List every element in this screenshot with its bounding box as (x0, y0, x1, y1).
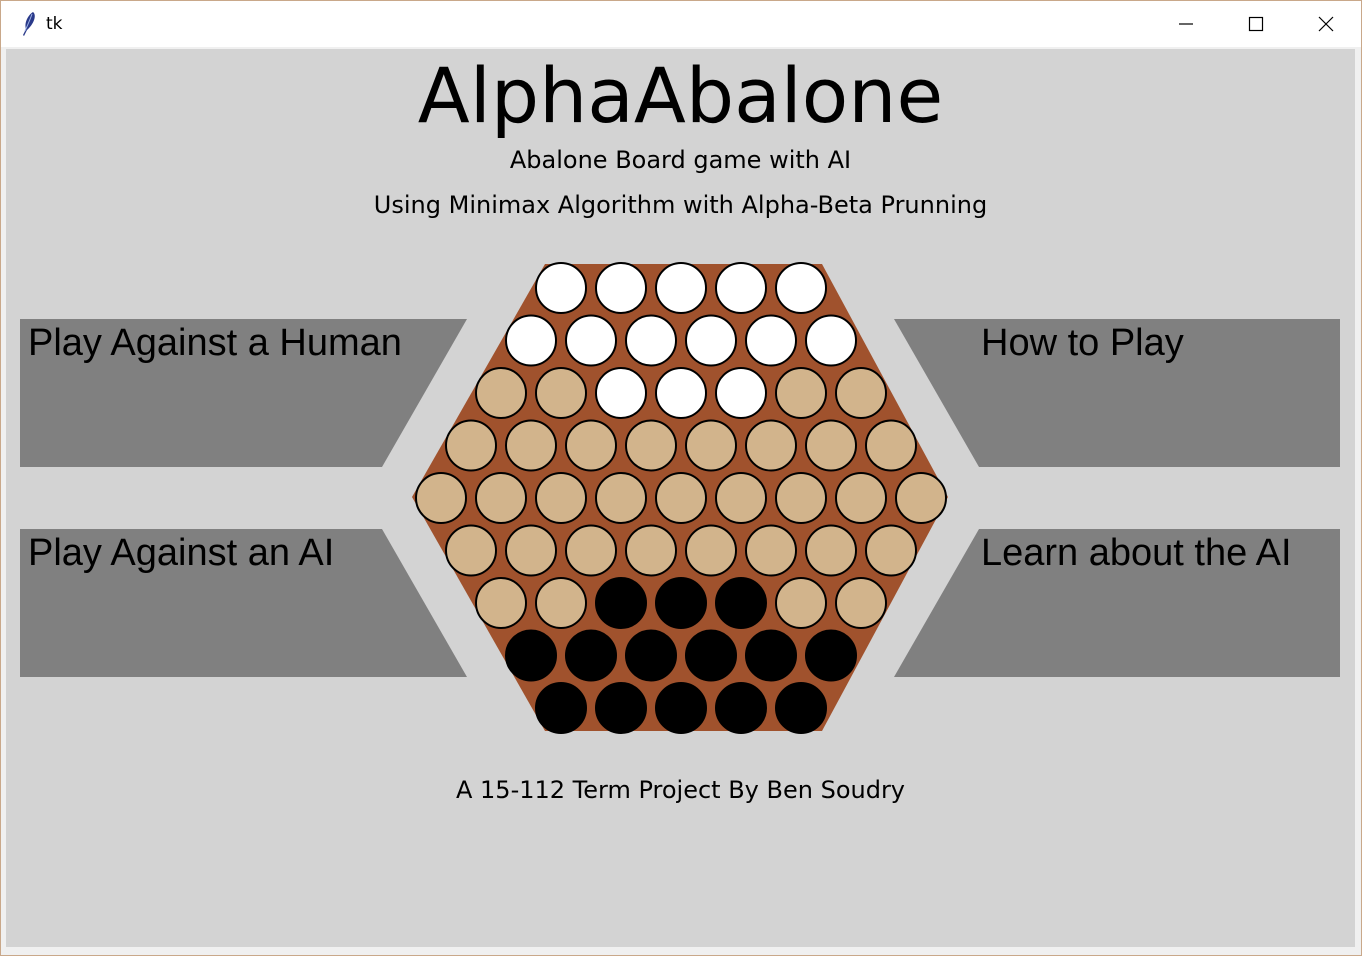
empty-cell (805, 524, 857, 577)
black-marble (505, 629, 557, 682)
close-icon (1318, 16, 1334, 32)
white-marble (745, 314, 797, 367)
empty-cell (775, 472, 827, 524)
white-marble (655, 262, 707, 314)
black-marble (805, 629, 857, 682)
maximize-icon (1248, 16, 1264, 32)
white-marble (625, 314, 677, 367)
black-marble (565, 629, 617, 682)
minimize-button[interactable] (1151, 1, 1221, 47)
black-marble (655, 682, 707, 734)
empty-cell (685, 419, 737, 472)
white-marble (805, 314, 857, 367)
footer-credit: A 15-112 Term Project By Ben Soudry (455, 776, 906, 804)
empty-cell (895, 472, 947, 524)
white-marble (685, 314, 737, 367)
empty-cell (565, 524, 617, 577)
black-marble (595, 682, 647, 734)
white-marble (595, 367, 647, 419)
title-bar: tk (1, 1, 1361, 47)
empty-cell (745, 419, 797, 472)
empty-cell (445, 419, 497, 472)
empty-cell (835, 472, 887, 524)
white-marble (715, 367, 767, 419)
empty-cell (475, 472, 527, 524)
black-marble (775, 682, 827, 734)
empty-cell (595, 472, 647, 524)
black-marble (715, 682, 767, 734)
empty-cell (565, 419, 617, 472)
window-title: tk (46, 14, 63, 34)
empty-cell (715, 472, 767, 524)
maximize-button[interactable] (1221, 1, 1291, 47)
app-window: tk AlphaAbalone Abalone Board game with … (0, 0, 1362, 956)
game-canvas: AlphaAbalone Abalone Board game with AI … (6, 49, 1355, 947)
empty-cell (805, 419, 857, 472)
empty-cell (625, 419, 677, 472)
empty-cell (445, 524, 497, 577)
empty-cell (865, 419, 917, 472)
empty-cell (775, 367, 827, 419)
empty-cell (535, 472, 587, 524)
abalone-board (412, 262, 948, 734)
white-marble (535, 262, 587, 314)
close-button[interactable] (1291, 1, 1361, 47)
black-marble (595, 577, 647, 629)
white-marble (565, 314, 617, 367)
white-marble (775, 262, 827, 314)
empty-cell (505, 419, 557, 472)
empty-cell (535, 577, 587, 629)
empty-cell (685, 524, 737, 577)
empty-cell (745, 524, 797, 577)
black-marble (715, 577, 767, 629)
black-marble (745, 629, 797, 682)
black-marble (655, 577, 707, 629)
empty-cell (655, 472, 707, 524)
empty-cell (625, 524, 677, 577)
feather-icon (23, 12, 35, 36)
black-marble (535, 682, 587, 734)
empty-cell (535, 367, 587, 419)
black-marble (625, 629, 677, 682)
white-marble (715, 262, 767, 314)
white-marble (595, 262, 647, 314)
empty-cell (835, 577, 887, 629)
empty-cell (835, 367, 887, 419)
white-marble (505, 314, 557, 367)
empty-cell (475, 367, 527, 419)
empty-cell (775, 577, 827, 629)
empty-cell (475, 577, 527, 629)
empty-cell (505, 524, 557, 577)
empty-cell (415, 472, 467, 524)
minimize-icon (1179, 23, 1193, 25)
empty-cell (865, 524, 917, 577)
black-marble (685, 629, 737, 682)
white-marble (655, 367, 707, 419)
